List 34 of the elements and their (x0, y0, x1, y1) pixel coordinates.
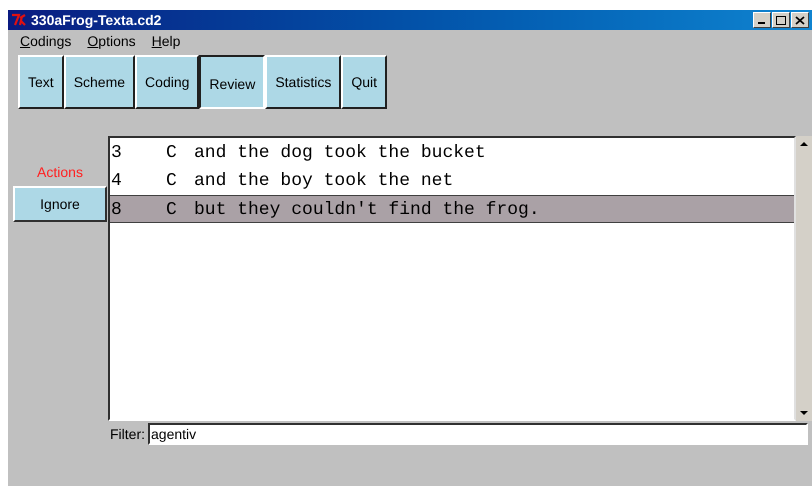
actions-heading: Actions (37, 163, 83, 182)
close-icon (795, 16, 805, 24)
list-row[interactable]: 4 C and the boy took the net (110, 167, 794, 195)
tab[interactable]: Statistics (265, 55, 342, 109)
utterance-text: and the dog took the bucket (194, 142, 486, 165)
tab[interactable]: Quit (341, 55, 388, 109)
minimize-button[interactable] (753, 12, 771, 28)
menu-item[interactable]: Options (87, 31, 136, 52)
line-number: 3 (110, 142, 123, 165)
utterance-text: and the boy took the net (194, 170, 454, 193)
menu-item[interactable]: Help (152, 31, 180, 52)
code-label: C (166, 199, 178, 222)
maximize-icon (776, 16, 786, 24)
minimize-icon (758, 22, 764, 24)
scrollbar[interactable] (796, 136, 812, 421)
tab[interactable]: Text (18, 55, 64, 109)
filter-label: Filter: (110, 424, 145, 444)
tab[interactable]: Coding (135, 55, 200, 109)
app-logo-icon (11, 13, 27, 27)
line-number: 8 (110, 199, 123, 222)
window-title: 330aFrog-Texta.cd2 (31, 10, 162, 30)
utterance-text: but they couldn't find the frog. (194, 199, 540, 222)
maximize-button[interactable] (772, 12, 790, 28)
list-row[interactable]: 3 C and the dog took the bucket (110, 139, 794, 167)
ignore-button[interactable]: Ignore (13, 186, 107, 222)
filter-field[interactable]: agentiv (148, 423, 808, 445)
menu-item[interactable]: Codings (20, 31, 72, 52)
tab[interactable]: Review (199, 55, 266, 109)
close-button[interactable] (791, 12, 809, 28)
list-row[interactable]: 8 C but they couldn't find the frog. (110, 195, 794, 223)
tab[interactable]: Scheme (64, 55, 136, 109)
code-label: C (166, 170, 178, 193)
code-label: C (166, 142, 178, 165)
line-number: 4 (110, 170, 123, 193)
